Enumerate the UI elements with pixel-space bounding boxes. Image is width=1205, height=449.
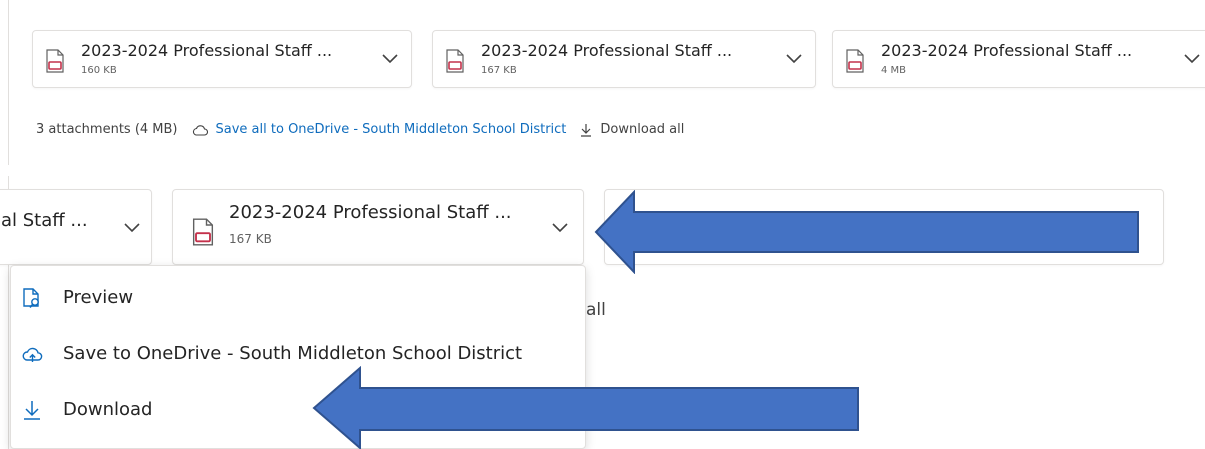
menu-item-label: Save to OneDrive - South Middleton Schoo… <box>63 343 523 364</box>
download-all-label: Download all <box>600 122 685 137</box>
attachment-name: al Staff ... <box>1 210 88 231</box>
attachment-name: 2023-2024 Professional Staff ... <box>229 202 512 223</box>
annotation-arrow-icon <box>312 366 859 449</box>
download-all-button[interactable]: Download all <box>580 122 684 137</box>
chevron-down-icon[interactable] <box>785 53 803 65</box>
attachment-chip-selected[interactable]: 2023-2024 Professional Staff ... 167 KB <box>172 189 584 265</box>
chevron-down-icon[interactable] <box>123 222 141 234</box>
menu-item-label: Preview <box>63 287 134 308</box>
attachment-chip-partial[interactable]: al Staff ... <box>0 189 152 265</box>
attachment-name: 2023-2024 Professional Staff ... <box>881 41 1133 60</box>
cloud-upload-icon <box>22 347 43 362</box>
chevron-down-icon[interactable] <box>1183 53 1201 65</box>
attachment-size: 167 KB <box>229 232 272 246</box>
chevron-down-icon[interactable] <box>551 222 569 234</box>
annotation-arrow-icon <box>594 190 1139 274</box>
attachment-name: 2023-2024 Professional Staff ... <box>481 41 733 60</box>
pdf-file-icon <box>46 49 64 73</box>
download-all-partial: all <box>586 300 606 320</box>
attachment-size: 160 KB <box>81 65 117 76</box>
preview-icon <box>23 288 39 309</box>
attachment-size: 167 KB <box>481 65 517 76</box>
pdf-file-icon <box>446 49 464 73</box>
save-all-onedrive-link[interactable]: Save all to OneDrive - South Middleton S… <box>192 122 567 137</box>
attachment-size: 4 MB <box>881 65 907 76</box>
attachment-name: 2023-2024 Professional Staff ... <box>81 41 333 60</box>
menu-item-label: Download <box>63 399 153 420</box>
attachments-action-bar: 3 attachments (4 MB) Save all to OneDriv… <box>36 122 684 137</box>
download-icon <box>581 123 592 137</box>
panel-left-border <box>8 0 9 165</box>
attachment-chip-3[interactable]: 2023-2024 Professional Staff ... 4 MB <box>832 30 1205 88</box>
save-all-label: Save all to OneDrive - South Middleton S… <box>215 122 567 137</box>
menu-item-preview[interactable]: Preview <box>11 270 585 326</box>
pdf-file-icon <box>846 49 864 73</box>
attachments-panel: 2023-2024 Professional Staff ... 160 KB … <box>0 0 1205 165</box>
cloud-icon <box>192 124 208 136</box>
attachment-chip-1[interactable]: 2023-2024 Professional Staff ... 160 KB <box>32 30 412 88</box>
chevron-down-icon[interactable] <box>381 53 399 65</box>
download-icon <box>24 401 40 420</box>
attachment-chip-2[interactable]: 2023-2024 Professional Staff ... 167 KB <box>432 30 816 88</box>
attachments-summary: 3 attachments (4 MB) <box>36 122 178 137</box>
pdf-file-icon <box>192 218 214 246</box>
